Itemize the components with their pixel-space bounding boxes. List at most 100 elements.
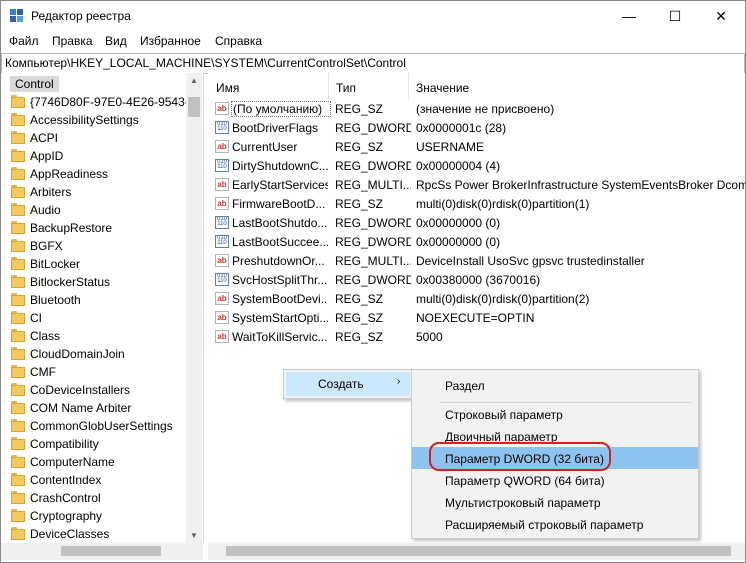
tree-item[interactable]: {7746D80F-97E0-4E26-9543-26: [1, 93, 203, 111]
tree-item-label: CommonGlobUserSettings: [30, 419, 173, 433]
tree-item[interactable]: Class: [1, 327, 199, 345]
minimize-button[interactable]: —: [606, 1, 652, 31]
column-header-value[interactable]: Значение: [408, 73, 745, 99]
column-header-type[interactable]: Тип: [328, 73, 409, 99]
table-row[interactable]: ab EarlyStartServices REG_MULTI... RpcSs…: [208, 175, 745, 194]
registry-editor-window: Редактор реестра — ☐ ✕ Файл Правка Вид И…: [0, 0, 746, 563]
table-row[interactable]: 010 110 LastBootShutdo... REG_DWORD 0x000…: [208, 213, 745, 232]
menu-favorites[interactable]: Избранное: [140, 34, 201, 48]
tree-item-label: Cryptography: [30, 509, 103, 523]
table-row[interactable]: 010 110 LastBootSuccee... REG_DWORD 0x000…: [208, 232, 745, 251]
submenu-item-qword[interactable]: Параметр QWORD (64 бита): [412, 469, 698, 491]
menu-view[interactable]: Вид: [105, 34, 127, 48]
values-horizontal-scrollbar[interactable]: [208, 543, 745, 560]
folder-icon: [11, 347, 25, 361]
table-row[interactable]: 010 110 DirtyShutdownC... REG_DWORD 0x000…: [208, 156, 745, 175]
table-row[interactable]: ab FirmwareBootD... REG_SZ multi(0)disk(…: [208, 194, 745, 213]
tree-item[interactable]: ACPI: [1, 129, 199, 147]
tree-item[interactable]: Compatibility: [1, 435, 199, 453]
string-value-icon: ab: [215, 330, 229, 343]
tree-item[interactable]: COM Name Arbiter: [1, 399, 199, 417]
string-value-icon: ab: [215, 140, 229, 153]
tree-item[interactable]: Audio: [1, 201, 199, 219]
tree-item[interactable]: DeviceClasses: [1, 525, 199, 543]
maximize-button[interactable]: ☐: [652, 1, 698, 31]
folder-icon: [11, 203, 25, 217]
tree-item[interactable]: Cryptography: [1, 507, 199, 525]
tree-item[interactable]: BackupRestore: [1, 219, 199, 237]
value-type: REG_DWORD: [335, 235, 411, 249]
folder-icon: [11, 293, 25, 307]
tree-item[interactable]: AppReadiness: [1, 165, 199, 183]
folder-icon: [11, 365, 25, 379]
tree-item[interactable]: CrashControl: [1, 489, 199, 507]
submenu-item-multistring[interactable]: Мультистроковый параметр: [412, 491, 698, 513]
submenu-item-key[interactable]: Раздел: [412, 374, 698, 396]
tree-item-label: COM Name Arbiter: [30, 401, 132, 415]
menu-help[interactable]: Справка: [215, 34, 262, 48]
table-row[interactable]: 010 110 BootDriverFlags REG_DWORD 0x00000…: [208, 118, 745, 137]
tree-item[interactable]: BitlockerStatus: [1, 273, 199, 291]
tree-item[interactable]: ComputerName: [1, 453, 199, 471]
tree-item[interactable]: AppID: [1, 147, 199, 165]
tree-item[interactable]: Arbiters: [1, 183, 199, 201]
tree-item-label: ComputerName: [30, 455, 115, 469]
tree-item[interactable]: BitLocker: [1, 255, 199, 273]
tree-item[interactable]: CMF: [1, 363, 199, 381]
folder-icon: [11, 131, 25, 145]
tree-item[interactable]: CoDeviceInstallers: [1, 381, 199, 399]
tree-vertical-scrollbar[interactable]: ▲ ▼: [186, 73, 202, 543]
tree-horizontal-scrollbar[interactable]: [1, 543, 203, 560]
table-row[interactable]: ab PreshutdownOr... REG_MULTI... DeviceI…: [208, 251, 745, 270]
value-type: REG_DWORD: [335, 216, 411, 230]
binary-value-icon: 010 110: [215, 159, 229, 172]
submenu-item-expandable-string[interactable]: Расширяемый строковый параметр: [412, 513, 698, 535]
column-header-name[interactable]: Имя: [208, 73, 329, 99]
tree-item[interactable]: AccessibilitySettings: [1, 111, 199, 129]
value-type: REG_SZ: [335, 102, 384, 116]
tree-item-label: CloudDomainJoin: [30, 347, 125, 361]
value-name: LastBootShutdo...: [232, 216, 328, 230]
scrollbar-thumb[interactable]: [61, 546, 161, 556]
tree-item[interactable]: CommonGlobUserSettings: [1, 417, 199, 435]
folder-icon: [11, 401, 25, 415]
tree-item[interactable]: CloudDomainJoin: [1, 345, 199, 363]
scrollbar-thumb[interactable]: [226, 546, 731, 556]
value-type: REG_SZ: [335, 311, 384, 325]
address-bar[interactable]: Компьютер\HKEY_LOCAL_MACHINE\SYSTEM\Curr…: [1, 53, 745, 74]
folder-icon: [11, 419, 25, 433]
tree-item[interactable]: ContentIndex: [1, 471, 199, 489]
folder-icon: [11, 167, 25, 181]
table-row[interactable]: ab SystemBootDevi... REG_SZ multi(0)disk…: [208, 289, 745, 308]
value-type: REG_DWORD: [335, 121, 411, 135]
registry-app-icon: [10, 9, 23, 22]
table-row[interactable]: 010 110 SvcHostSplitThr... REG_DWORD 0x00…: [208, 270, 745, 289]
menu-file[interactable]: Файл: [9, 34, 39, 48]
table-row[interactable]: ab SystemStartOpti... REG_SZ NOEXECUTE=O…: [208, 308, 745, 327]
value-data: 0x00000000 (0): [416, 216, 501, 230]
value-data: 0x00000000 (0): [416, 235, 501, 249]
scrollbar-thumb[interactable]: [188, 97, 200, 117]
table-row[interactable]: ab (По умолчанию) REG_SZ (значение не пр…: [208, 99, 745, 118]
value-name: LastBootSuccee...: [232, 235, 328, 249]
tree-item-label: AccessibilitySettings: [30, 113, 139, 127]
tree-item-label: {7746D80F-97E0-4E26-9543-26: [30, 95, 203, 109]
tree-item[interactable]: CI: [1, 309, 199, 327]
table-row[interactable]: ab WaitToKillServic... REG_SZ 5000: [208, 327, 745, 346]
scroll-down-icon[interactable]: ▼: [190, 531, 198, 540]
tree-item[interactable]: Bluetooth: [1, 291, 199, 309]
value-data: DeviceInstall UsoSvc gpsvc trustedinstal…: [416, 254, 645, 268]
menu-edit[interactable]: Правка: [52, 34, 93, 48]
folder-icon: [11, 527, 25, 541]
close-button[interactable]: ✕: [698, 1, 744, 31]
table-row[interactable]: ab CurrentUser REG_SZ USERNAME: [208, 137, 745, 156]
value-type: REG_MULTI...: [335, 254, 411, 268]
tree-item-label: Audio: [30, 203, 61, 217]
submenu-item-string[interactable]: Строковый параметр: [412, 403, 698, 425]
tree-item[interactable]: BGFX: [1, 237, 199, 255]
scroll-up-icon[interactable]: ▲: [190, 76, 198, 85]
value-type: REG_SZ: [335, 330, 384, 344]
value-name: EarlyStartServices: [232, 178, 328, 192]
tree-item-control[interactable]: Control: [1, 75, 199, 93]
string-value-icon: ab: [215, 178, 229, 191]
